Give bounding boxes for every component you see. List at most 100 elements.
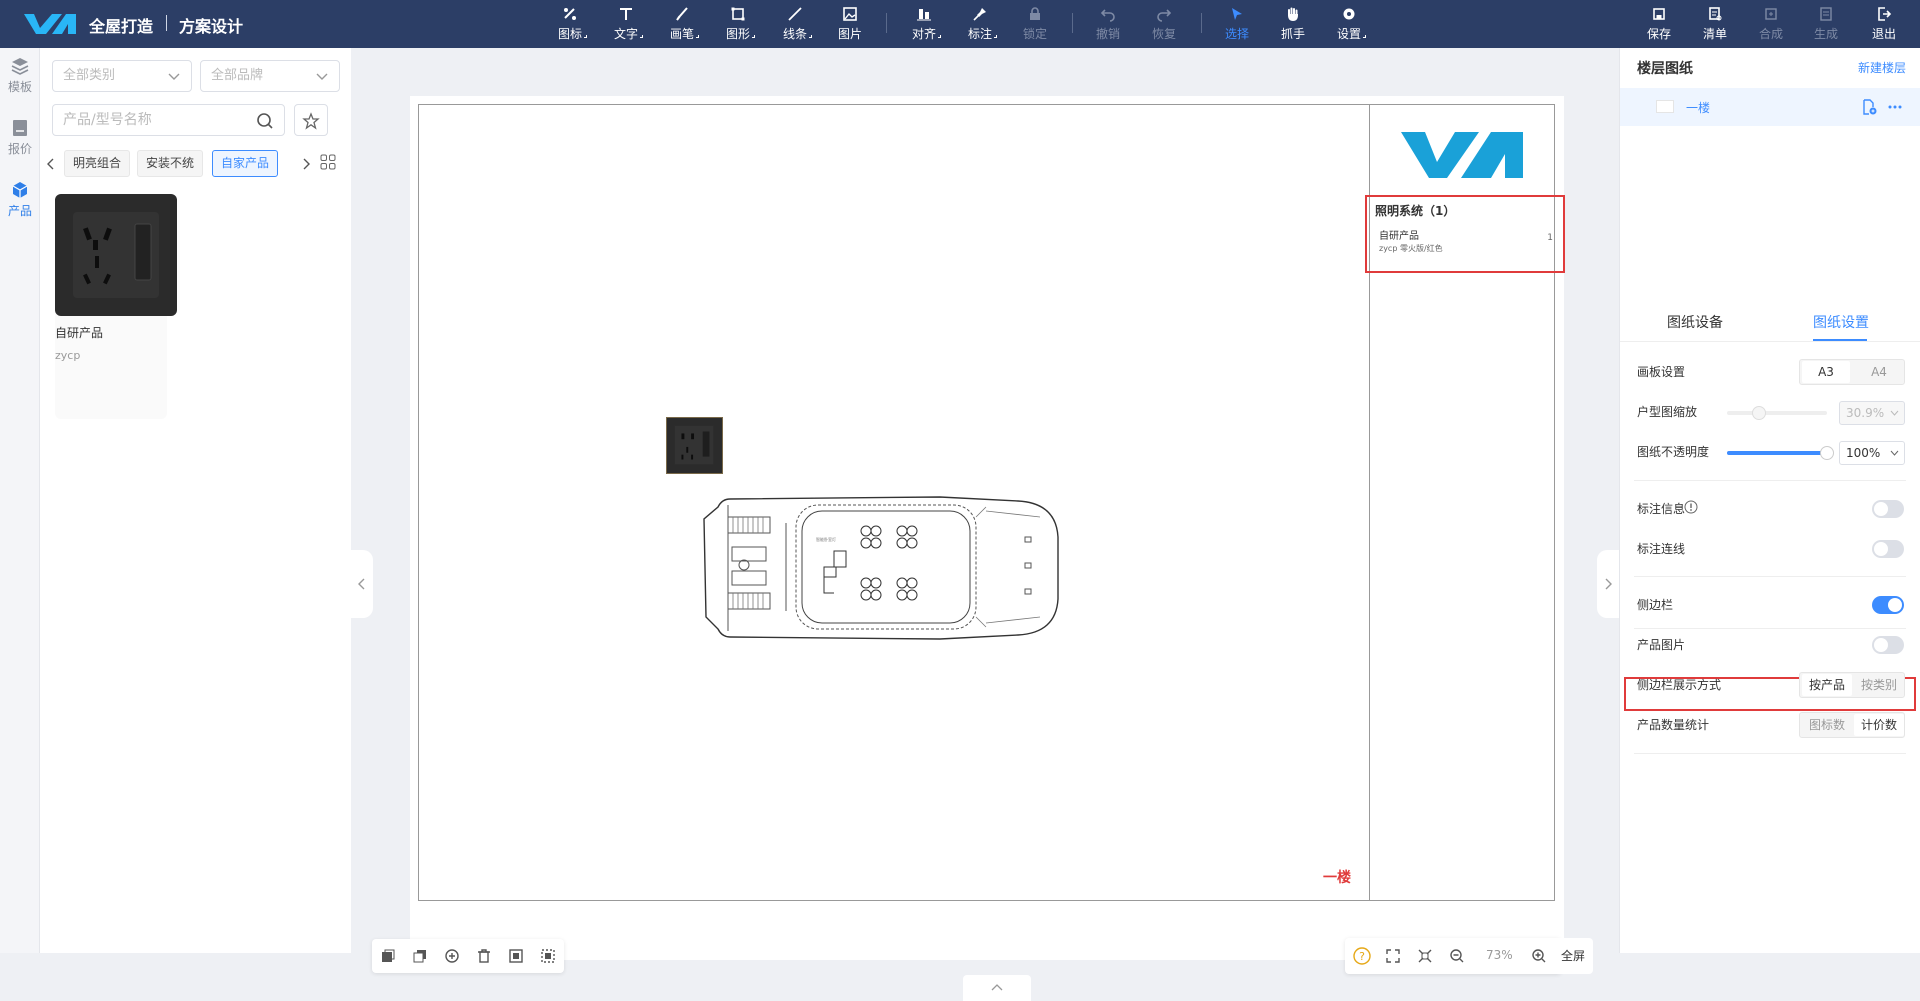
opacity-value: 100% xyxy=(1846,446,1881,460)
tab-devices[interactable]: 图纸设备 xyxy=(1667,312,1723,342)
annotation-line-toggle[interactable] xyxy=(1872,540,1904,558)
fit-screen-icon[interactable] xyxy=(1385,948,1401,964)
sidebar-toggle[interactable] xyxy=(1872,596,1904,614)
compose-button[interactable]: 合成 xyxy=(1746,6,1796,44)
tool-line-button[interactable]: 线条 xyxy=(770,6,820,44)
save-icon xyxy=(1653,8,1665,20)
exit-button[interactable]: 退出 xyxy=(1859,6,1909,44)
chips-next-button[interactable] xyxy=(299,152,313,176)
product-image-toggle[interactable] xyxy=(1872,636,1904,654)
grid-view-icon[interactable] xyxy=(319,153,337,171)
action-label: 退出 xyxy=(1871,27,1896,41)
tool-align-button[interactable]: 对齐 xyxy=(899,6,949,44)
floor-item[interactable]: 一楼 xyxy=(1620,88,1920,126)
chip-bright-combo[interactable]: 明亮组合 xyxy=(64,150,131,177)
floor-thumbnail xyxy=(1656,100,1674,113)
tool-hand-button[interactable]: 抓手 xyxy=(1268,6,1318,44)
collapse-left-button[interactable] xyxy=(351,550,373,618)
product-name: 自研产品 xyxy=(55,326,104,340)
trash-icon[interactable] xyxy=(476,948,492,964)
mode-by-product-option[interactable]: 按产品 xyxy=(1802,674,1852,696)
add-file-icon[interactable] xyxy=(1861,99,1877,115)
chip-own-products[interactable]: 自家产品 xyxy=(212,150,279,177)
top-toolbar: 全屋打造 方案设计 图标 文字 画笔 图形 线条 图片 对齐 标注 锁定 撤销 xyxy=(0,0,1920,48)
chips-prev-button[interactable] xyxy=(44,152,58,176)
tool-redo-button[interactable]: 恢复 xyxy=(1139,6,1189,44)
slider-knob[interactable] xyxy=(1820,446,1834,460)
plan-scale-slider[interactable] xyxy=(1727,406,1827,420)
fit-content-icon[interactable] xyxy=(1417,948,1433,964)
tool-shape-button[interactable]: 图形 xyxy=(713,6,763,44)
legend-box[interactable]: 照明系统（1） 自研产品 zycp 零火版/红色 1 xyxy=(1365,195,1565,273)
chevron-down-icon xyxy=(1890,450,1899,456)
board-a4-option[interactable]: A4 xyxy=(1854,360,1904,384)
tool-select-button[interactable]: 选择 xyxy=(1212,6,1262,44)
slider-knob[interactable] xyxy=(1752,406,1766,420)
ungroup-icon[interactable] xyxy=(540,948,556,964)
placed-product[interactable] xyxy=(666,417,723,474)
tool-text-button[interactable]: 文字 xyxy=(601,6,651,44)
rail-template[interactable]: 模板 xyxy=(0,48,40,100)
category-select-value: 全部类别 xyxy=(63,68,116,83)
favorite-button[interactable] xyxy=(294,104,328,136)
legend-spec: zycp 零火版/红色 xyxy=(1379,244,1443,253)
brand-select[interactable]: 全部品牌 xyxy=(200,60,340,92)
align-icon xyxy=(917,9,931,21)
help-icon[interactable]: ? xyxy=(1353,947,1371,965)
board-a3-option[interactable]: A3 xyxy=(1802,361,1850,383)
collapse-bottom-button[interactable] xyxy=(963,975,1031,1001)
more-icon[interactable] xyxy=(1887,99,1903,115)
search-icon[interactable] xyxy=(256,112,274,130)
group-icon[interactable] xyxy=(508,948,524,964)
copy-icon[interactable] xyxy=(444,948,460,964)
chip-install[interactable]: 安装不统 xyxy=(137,150,204,177)
mode-by-category-option[interactable]: 按类别 xyxy=(1854,673,1904,697)
canvas-area[interactable]: 照明系统（1） 自研产品 zycp 零火版/红色 1 一楼 智能卧室灯 ? 73… xyxy=(351,48,1619,1001)
layers-icon xyxy=(11,58,29,75)
tool-image-button[interactable]: 图片 xyxy=(825,6,875,44)
tool-icon-button[interactable]: 图标 xyxy=(545,6,595,44)
tool-label: 抓手 xyxy=(1280,27,1305,41)
rail-label: 产品 xyxy=(7,204,32,218)
category-select[interactable]: 全部类别 xyxy=(52,60,192,92)
tool-settings-button[interactable]: 设置 xyxy=(1324,6,1374,44)
toggle-knob xyxy=(1874,638,1888,652)
tool-annotate-button[interactable]: 标注 xyxy=(955,6,1005,44)
product-card[interactable]: 自研产品 zycp xyxy=(55,194,177,419)
tool-brush-button[interactable]: 画笔 xyxy=(657,6,707,44)
tool-lock-button[interactable]: 锁定 xyxy=(1010,6,1060,44)
floorplan-drawing: 智能卧室灯 xyxy=(703,496,1059,640)
plan-scale-select[interactable]: 30.9% xyxy=(1839,401,1905,425)
rail-quote[interactable]: 报价 xyxy=(0,110,40,162)
drawing-sheet[interactable]: 照明系统（1） 自研产品 zycp 零火版/红色 1 一楼 智能卧室灯 xyxy=(410,96,1565,960)
action-label: 合成 xyxy=(1758,27,1783,41)
count-by-icon-option[interactable]: 图标数 xyxy=(1802,713,1852,737)
list-button[interactable]: 清单 xyxy=(1690,6,1740,44)
zoom-in-icon[interactable] xyxy=(1531,948,1547,964)
dropdown-caret-icon xyxy=(584,35,587,38)
zoom-out-icon[interactable] xyxy=(1449,948,1465,964)
count-by-price-option[interactable]: 计价数 xyxy=(1854,714,1904,736)
toggle-knob xyxy=(1874,542,1888,556)
new-floor-button[interactable]: 新建楼层 xyxy=(1858,59,1906,76)
tab-sheet-settings[interactable]: 图纸设置 xyxy=(1813,312,1869,342)
rail-product[interactable]: 产品 xyxy=(0,172,40,224)
chevron-down-icon xyxy=(316,73,328,80)
opacity-select[interactable]: 100% xyxy=(1839,441,1905,465)
opacity-fill xyxy=(1727,451,1827,455)
info-icon[interactable] xyxy=(1684,500,1698,514)
left-rail: 模板 报价 产品 xyxy=(0,48,40,953)
opacity-slider[interactable] xyxy=(1727,446,1834,460)
generate-button[interactable]: 生成 xyxy=(1801,6,1851,44)
fullscreen-button[interactable]: 全屏 xyxy=(1553,938,1593,974)
board-label: 画板设置 xyxy=(1637,365,1686,379)
right-panel: 楼层图纸 新建楼层 一楼 图纸设备 图纸设置 画板设置 A3 A4 户型图缩放 … xyxy=(1619,48,1920,953)
annotation-info-toggle[interactable] xyxy=(1872,500,1904,518)
save-button[interactable]: 保存 xyxy=(1634,6,1684,44)
send-back-icon[interactable] xyxy=(412,948,428,964)
tool-undo-button[interactable]: 撤销 xyxy=(1083,6,1133,44)
chevron-down-icon xyxy=(1890,410,1899,416)
bring-front-icon[interactable] xyxy=(380,948,396,964)
collapse-right-button[interactable] xyxy=(1597,550,1619,618)
search-input[interactable] xyxy=(63,106,243,134)
